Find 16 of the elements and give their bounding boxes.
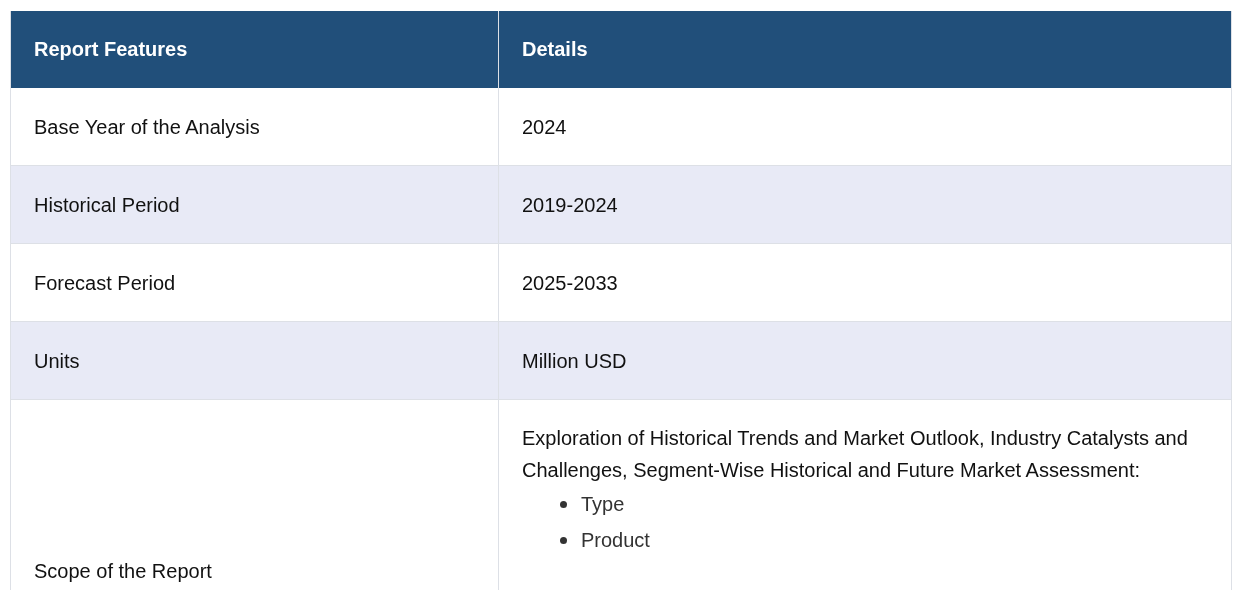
table-cell-text: 2025-2033 xyxy=(522,270,619,296)
table-cell-text: Historical Period xyxy=(34,192,181,218)
table-cell-text: Million USD xyxy=(522,348,628,374)
bullet-icon xyxy=(560,536,567,544)
column-header: Report Features xyxy=(11,11,499,88)
table-cell-text: 2019-2024 xyxy=(522,192,619,218)
column-header: Details xyxy=(499,11,1232,88)
table-cell-text: Exploration of Historical Trends and Market Outlook, Industry Catalysts and Challenges, Segment-Wise Historical and Future Market Assessment: xyxy=(522,426,1189,483)
bullet-icon xyxy=(560,500,567,508)
table-cell-text: 2024 xyxy=(522,114,568,140)
table-cell-text: Forecast Period xyxy=(34,270,177,296)
table-cell-text: Base Year of the Analysis xyxy=(34,114,261,140)
list-item: Type xyxy=(581,492,625,516)
list-item: Product xyxy=(581,528,650,552)
table-cell-text: Scope of the Report xyxy=(34,558,213,584)
table-cell-text: Units xyxy=(34,348,81,374)
